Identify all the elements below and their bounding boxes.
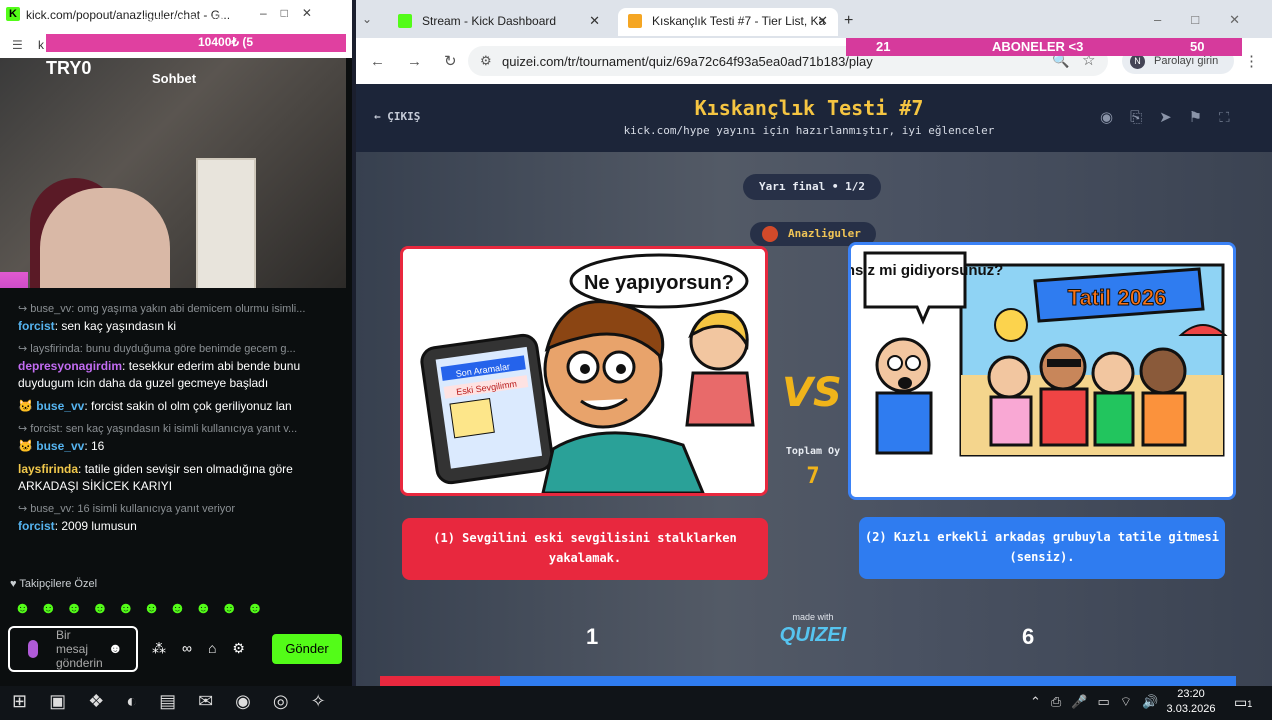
tab-label: Stream - Kick Dashboard: [422, 14, 557, 28]
option-button-right[interactable]: (2) Kızlı erkekli arkadaş grubuyla tatil…: [859, 517, 1225, 579]
notification-icon[interactable]: ▭1: [1234, 694, 1252, 711]
total-votes-label: Toplam Oy: [785, 446, 841, 457]
avatar: [762, 226, 778, 242]
vs-icon: VS: [782, 370, 842, 416]
chat-message-text: : 2009 lumusun: [54, 519, 137, 533]
message-line: laysfirinda: tatile giden sevişir sen ol…: [18, 461, 328, 495]
mic-icon[interactable]: [28, 640, 38, 658]
left-illustration: Ne yapıyorsun? Son Aramalar Eski Sevgili…: [403, 249, 765, 493]
chat-message: ↪ buse_vv: omg yaşıma yakın abi demicem …: [0, 298, 346, 338]
chat-message-text: : 16: [84, 439, 105, 453]
chat-message-text: : forcist sakin ol olm çok geriliyonuz l…: [84, 399, 292, 413]
message-line: forcist: 2009 lumusun: [18, 518, 328, 535]
message-line: 🐱 buse_vv: 16: [18, 438, 328, 455]
clock-date: 3.03.2026: [1166, 703, 1216, 715]
message-line: forcist: sen kaç yaşındasın ki: [18, 318, 328, 335]
quizei-logo[interactable]: QUIZEI: [772, 624, 854, 647]
stream-name: TRY0: [46, 58, 92, 78]
donation-goal-text: 10400₺ (5: [198, 35, 254, 49]
emote-row[interactable]: ☻☻☻☻☻☻☻☻☻☻: [14, 600, 272, 618]
chat-message: laysfirinda: tatile giden sevişir sen ol…: [0, 458, 346, 498]
left-vote-count: 1: [586, 624, 599, 649]
chat-username[interactable]: 🐱 buse_vv: [18, 439, 84, 453]
chat-username[interactable]: depresyonagirdim: [18, 359, 122, 373]
message-line: 🐱 buse_vv: forcist sakin ol olm çok geri…: [18, 398, 328, 415]
reply-context[interactable]: ↪ forcist: sen kaç yaşındasın ki isimli …: [18, 421, 328, 438]
clock[interactable]: 23:20 3.03.2026: [1160, 687, 1222, 717]
tab-menu-icon[interactable]: ⌄: [362, 12, 372, 26]
chat-username[interactable]: forcist: [18, 519, 55, 533]
url-text[interactable]: quizei.com/tr/tournament/quiz/69a72c64f9…: [502, 54, 873, 69]
emoji-icon[interactable]: ☻: [108, 640, 123, 656]
site-info-icon[interactable]: ⚙: [480, 53, 492, 69]
header-action-icons[interactable]: ◉⎘➤⚑⛶: [1100, 108, 1247, 126]
overlay-thanks-text: DESTEĞİN İÇİN TEŞEKKÜRLERR <3: [140, 14, 346, 28]
reply-context[interactable]: ↪ laysfirinda: bunu duyduğuma göre benim…: [18, 341, 328, 358]
right-vote-count: 6: [1022, 624, 1035, 649]
webcam-person: [40, 188, 170, 288]
message-line: depresyonagirdim: tesekkur ederim abi be…: [18, 358, 328, 392]
profile-avatar[interactable]: N: [1130, 54, 1145, 69]
option-card-left[interactable]: Ne yapıyorsun? Son Aramalar Eski Sevgili…: [400, 246, 768, 496]
taskbar-app-icons[interactable]: ⊞▣❖◐▤✉◉◎✧: [12, 691, 348, 712]
chat-address-text[interactable]: k: [38, 38, 44, 52]
tab-quiz[interactable]: Kıskançlık Testi #7 - Tier List, Ka ✕: [618, 8, 838, 36]
chat-message-text: : sen kaç yaşındasın ki: [54, 319, 177, 333]
chat-input-placeholder[interactable]: Bir mesaj gönderin: [56, 628, 103, 670]
chat-message: ↪ forcist: sen kaç yaşındasın ki isimli …: [0, 418, 346, 458]
menu-icon[interactable]: ⋮: [1244, 52, 1259, 70]
chat-username[interactable]: forcist: [18, 319, 55, 333]
emote-section-label: ♥ Takipçilere Özel: [10, 578, 98, 590]
tab-label: Kıskançlık Testi #7 - Tier List, Ka: [652, 14, 826, 28]
right-illustration: Bensiz mi gidiyorsunuz? Tatil 2026: [851, 245, 1233, 497]
option-card-right[interactable]: Bensiz mi gidiyorsunuz? Tatil 2026: [848, 242, 1236, 500]
bubble-text: Ne yapıyorsun?: [584, 272, 734, 294]
browser-window-controls[interactable]: –□✕: [1154, 12, 1270, 28]
close-icon[interactable]: ✕: [589, 13, 600, 29]
notification-count: 1: [1247, 699, 1253, 709]
sub-goal-right: 50: [1190, 39, 1205, 54]
vote-progress-bar: [380, 676, 1236, 686]
total-votes-value: 7: [806, 464, 820, 489]
chat-tool-icons[interactable]: ⁂∞⌂⚙: [152, 640, 261, 657]
made-with-label: made with: [792, 612, 834, 622]
chat-username[interactable]: laysfirinda: [18, 462, 78, 476]
option-button-left[interactable]: (1) Sevgilini eski sevgilisini stalklark…: [402, 518, 768, 580]
round-badge: Yarı final • 1/2: [743, 174, 881, 200]
bubble-line: Bensiz mi gidiyorsunuz?: [851, 262, 1003, 279]
chat-message: 🐱 buse_vv: forcist sakin ol olm çok geri…: [0, 395, 346, 418]
chat-message: ↪ laysfirinda: bunu duyduğuma göre benim…: [0, 338, 346, 395]
kick-favicon-icon: [398, 14, 412, 28]
tune-icon[interactable]: ☰: [12, 38, 23, 52]
webcam-light: [0, 272, 28, 288]
send-button[interactable]: Gönder: [272, 634, 342, 664]
sub-goal-left: 21: [876, 39, 891, 54]
new-tab-icon[interactable]: +: [844, 12, 853, 30]
chat-messages: ↪ buse_vv: omg yaşıma yakın abi demicem …: [0, 298, 346, 538]
nav-icons[interactable]: ←→↻: [370, 52, 479, 70]
webcam-shelf: [196, 158, 256, 288]
chat-header: Sohbet: [152, 71, 197, 86]
donation-goal-bar: [46, 34, 346, 52]
webcam-feed: [0, 58, 346, 288]
close-icon[interactable]: ✕: [817, 13, 828, 29]
chat-message: ↪ buse_vv: 16 isimli kullanıcıya yanıt v…: [0, 498, 346, 538]
kick-logo-icon: K: [6, 7, 20, 21]
reply-context[interactable]: ↪ buse_vv: omg yaşıma yakın abi demicem …: [18, 301, 328, 318]
tab-kick-dashboard[interactable]: Stream - Kick Dashboard ✕: [388, 8, 610, 36]
chat-username[interactable]: 🐱 buse_vv: [18, 399, 84, 413]
reply-context[interactable]: ↪ buse_vv: 16 isimli kullanıcıya yanıt v…: [18, 501, 328, 518]
flag-text: Tatil 2026: [1068, 285, 1167, 310]
vote-progress-fill: [380, 676, 500, 686]
sub-goal-label: ABONELER <3: [992, 39, 1084, 54]
clock-time: 23:20: [1177, 688, 1205, 700]
system-tray-icons[interactable]: ⌃⎙🎤▭⌔🔊: [1030, 694, 1168, 710]
quizei-favicon-icon: [628, 14, 642, 28]
